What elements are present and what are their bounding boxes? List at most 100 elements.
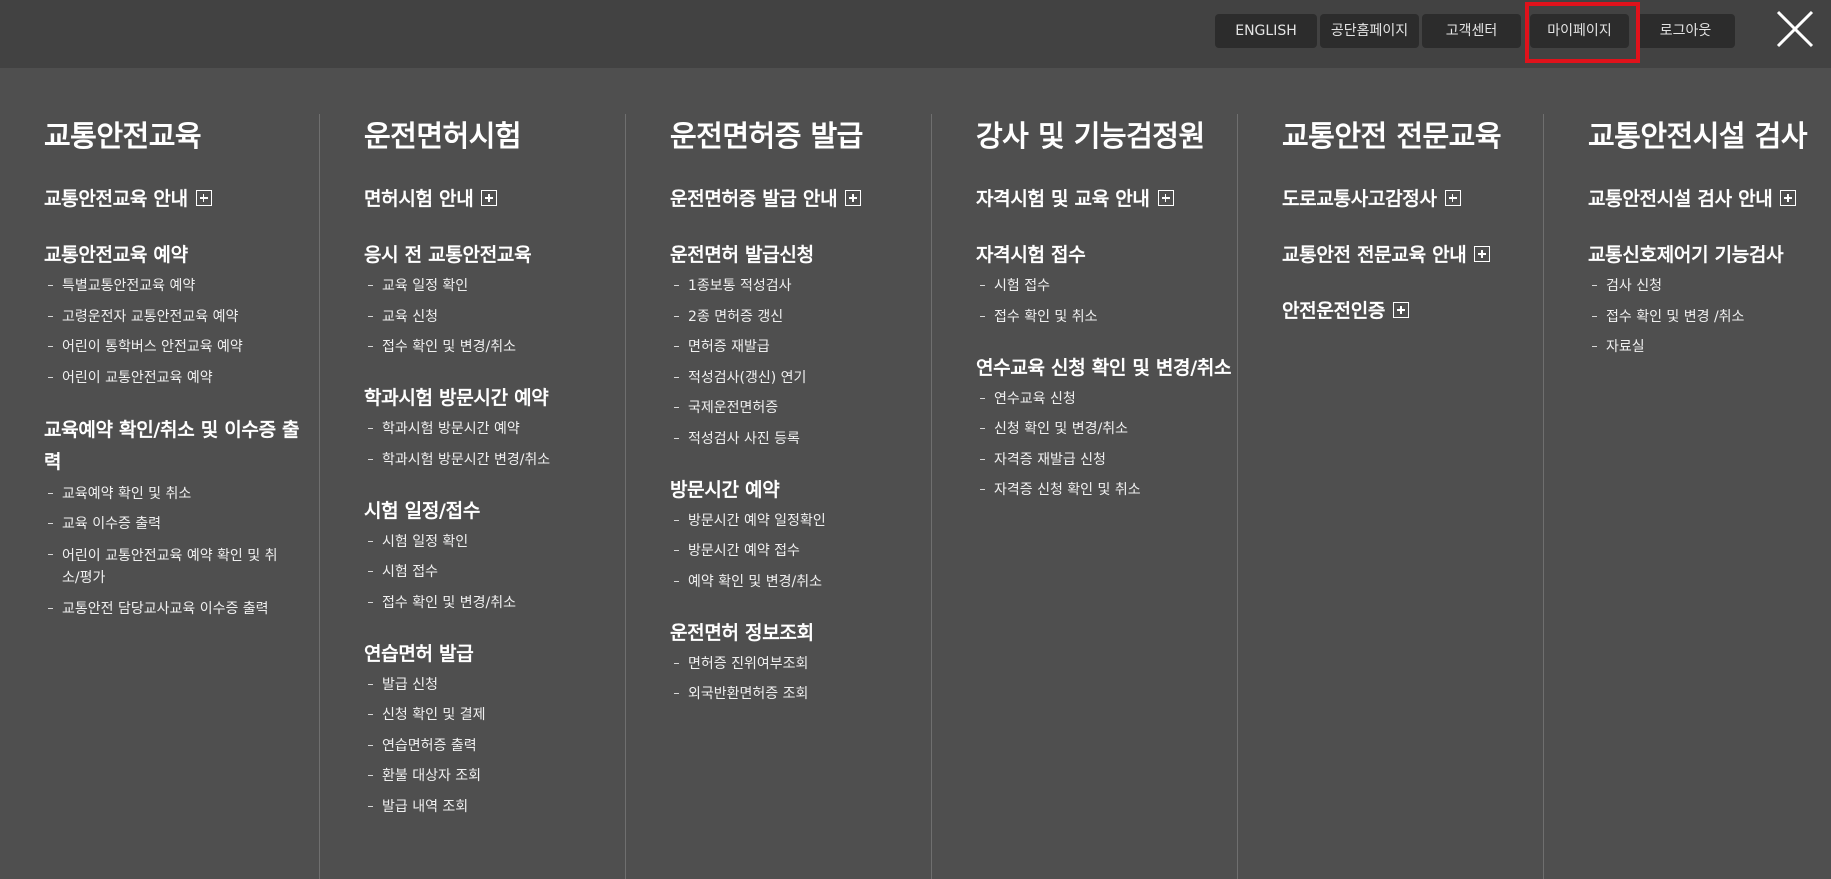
menu-item[interactable]: 어린이 통학버스 안전교육 예약 — [44, 337, 306, 357]
menu-column-title[interactable]: 교통안전 전문교육 — [1282, 116, 1543, 156]
menu-item[interactable]: 발급 내역 조회 — [364, 797, 625, 817]
menu-group: 자격시험 및 교육 안내 — [976, 184, 1237, 214]
menu-item[interactable]: 적성검사 사진 등록 — [670, 429, 931, 449]
plus-box-icon[interactable] — [1444, 190, 1461, 206]
plus-box-icon[interactable] — [1157, 190, 1174, 206]
menu-item-list: 시험 접수접수 확인 및 취소 — [976, 276, 1237, 327]
menu-section-link[interactable]: 운전면허증 발급 안내 — [670, 184, 931, 214]
menu-item[interactable]: 접수 확인 및 취소 — [976, 307, 1237, 327]
menu-item[interactable]: 접수 확인 및 변경 /취소 — [1588, 307, 1831, 327]
menu-item[interactable]: 방문시간 예약 일정확인 — [670, 511, 931, 531]
logout-button[interactable]: 로그아웃 — [1636, 14, 1735, 48]
menu-item[interactable]: 자료실 — [1588, 337, 1831, 357]
menu-item[interactable]: 시험 일정 확인 — [364, 532, 625, 552]
customer-center-button[interactable]: 고객센터 — [1422, 14, 1521, 48]
menu-column-title[interactable]: 운전면허시험 — [364, 116, 625, 156]
menu-item-list: 1종보통 적성검사 2종 면허증 갱신면허증 재발급적성검사(갱신) 연기국제운전… — [670, 276, 931, 449]
menu-item[interactable]: 1종보통 적성검사 — [670, 276, 931, 296]
plus-box-icon[interactable] — [195, 190, 212, 206]
plus-box-icon[interactable] — [845, 190, 862, 206]
menu-item[interactable]: 어린이 교통안전교육 예약 — [44, 368, 306, 388]
menu-item[interactable]: 교육 이수증 출력 — [44, 514, 306, 534]
menu-section-link[interactable]: 연수교육 신청 확인 및 변경/취소 — [976, 353, 1237, 383]
menu-item[interactable]: 연습면허증 출력 — [364, 736, 625, 756]
menu-section-link[interactable]: 학과시험 방문시간 예약 — [364, 383, 625, 413]
menu-item[interactable]: 발급 신청 — [364, 675, 625, 695]
menu-section-link[interactable]: 도로교통사고감정사 — [1282, 184, 1543, 214]
menu-item[interactable]: 면허증 재발급 — [670, 337, 931, 357]
menu-item[interactable]: 환불 대상자 조회 — [364, 766, 625, 786]
menu-group: 안전운전인증 — [1282, 296, 1543, 326]
menu-item[interactable]: 신청 확인 및 변경/취소 — [976, 419, 1237, 439]
menu-section-link[interactable]: 교통안전교육 예약 — [44, 240, 306, 270]
menu-item[interactable]: 학과시험 방문시간 예약 — [364, 419, 625, 439]
menu-section-link[interactable]: 응시 전 교통안전교육 — [364, 240, 625, 270]
menu-item[interactable]: 시험 접수 — [976, 276, 1237, 296]
plus-box-icon[interactable] — [1780, 190, 1797, 206]
menu-column-title[interactable]: 교통안전교육 — [44, 116, 306, 156]
menu-section-link[interactable]: 운전면허 정보조회 — [670, 618, 931, 648]
menu-item[interactable]: 검사 신청 — [1588, 276, 1831, 296]
close-icon[interactable] — [1774, 8, 1816, 50]
menu-section-link[interactable]: 교통안전시설 검사 안내 — [1588, 184, 1831, 214]
menu-section-label: 교육예약 확인/취소 및 이수증 출력 — [44, 418, 300, 473]
menu-section-link[interactable]: 안전운전인증 — [1282, 296, 1543, 326]
menu-item[interactable]: 연수교육 신청 — [976, 389, 1237, 409]
menu-column: 운전면허증 발급운전면허증 발급 안내운전면허 발급신청 1종보통 적성검사 2종 … — [625, 114, 931, 879]
menu-item-list: 교육 일정 확인교육 신청접수 확인 및 변경/취소 — [364, 276, 625, 357]
menu-group: 교육예약 확인/취소 및 이수증 출력교육예약 확인 및 취소교육 이수증 출력… — [44, 414, 306, 620]
menu-section-link[interactable]: 교통안전교육 안내 — [44, 184, 306, 214]
menu-item[interactable]: 접수 확인 및 변경/취소 — [364, 593, 625, 613]
menu-section-link[interactable]: 운전면허 발급신청 — [670, 240, 931, 270]
menu-item[interactable]: 자격증 재발급 신청 — [976, 450, 1237, 470]
menu-item[interactable]: 자격증 신청 확인 및 취소 — [976, 480, 1237, 500]
menu-item[interactable]: 예약 확인 및 변경/취소 — [670, 572, 931, 592]
menu-section-link[interactable]: 자격시험 접수 — [976, 240, 1237, 270]
menu-item[interactable]: 적성검사(갱신) 연기 — [670, 368, 931, 388]
menu-item[interactable]: 국제운전면허증 — [670, 398, 931, 418]
menu-group: 운전면허 발급신청 1종보통 적성검사 2종 면허증 갱신면허증 재발급적성검사(갱… — [670, 240, 931, 449]
menu-item-list: 교육예약 확인 및 취소교육 이수증 출력어린이 교통안전교육 예약 확인 및 … — [44, 484, 306, 620]
english-button[interactable]: ENGLISH — [1215, 14, 1317, 48]
menu-item[interactable]: 교육 신청 — [364, 307, 625, 327]
menu-section-link[interactable]: 자격시험 및 교육 안내 — [976, 184, 1237, 214]
menu-item[interactable]: 신청 확인 및 결제 — [364, 705, 625, 725]
menu-item[interactable]: 어린이 교통안전교육 예약 확인 및 취소/평가 — [44, 545, 284, 589]
menu-section-link[interactable]: 교통안전 전문교육 안내 — [1282, 240, 1543, 270]
menu-item[interactable]: 학과시험 방문시간 변경/취소 — [364, 450, 625, 470]
menu-item[interactable]: 2종 면허증 갱신 — [670, 307, 931, 327]
menu-section-link[interactable]: 교통신호제어기 기능검사 — [1588, 240, 1831, 270]
menu-item[interactable]: 교통안전 담당교사교육 이수증 출력 — [44, 599, 306, 619]
menu-group: 시험 일정/접수시험 일정 확인시험 접수접수 확인 및 변경/취소 — [364, 496, 625, 613]
plus-box-icon[interactable] — [1393, 302, 1410, 318]
menu-item[interactable]: 고령운전자 교통안전교육 예약 — [44, 307, 306, 327]
menu-section-label: 운전면허 발급신청 — [670, 244, 814, 266]
menu-column: 운전면허시험면허시험 안내응시 전 교통안전교육교육 일정 확인교육 신청접수 … — [319, 114, 625, 879]
menu-item[interactable]: 교육 일정 확인 — [364, 276, 625, 296]
menu-section-label: 자격시험 접수 — [976, 244, 1086, 266]
menu-section-label: 면허시험 안내 — [364, 188, 474, 210]
all-menu-panel: 교통안전교육교통안전교육 안내교통안전교육 예약특별교통안전교육 예약고령운전자… — [0, 68, 1831, 879]
menu-column-title[interactable]: 교통안전시설 검사 — [1588, 116, 1831, 156]
menu-column-title[interactable]: 운전면허증 발급 — [670, 116, 931, 156]
mypage-button[interactable]: 마이페이지 — [1530, 14, 1629, 48]
menu-item[interactable]: 교육예약 확인 및 취소 — [44, 484, 306, 504]
kotsa-homepage-button[interactable]: 공단홈페이지 — [1320, 14, 1419, 48]
menu-section-link[interactable]: 교육예약 확인/취소 및 이수증 출력 — [44, 414, 314, 478]
menu-item[interactable]: 외국반환면허증 조회 — [670, 684, 931, 704]
menu-section-label: 교통안전 전문교육 안내 — [1282, 244, 1467, 266]
plus-box-icon[interactable] — [481, 190, 498, 206]
menu-section-label: 자격시험 및 교육 안내 — [976, 188, 1150, 210]
menu-item[interactable]: 접수 확인 및 변경/취소 — [364, 337, 625, 357]
menu-item[interactable]: 특별교통안전교육 예약 — [44, 276, 306, 296]
menu-section-link[interactable]: 연습면허 발급 — [364, 639, 625, 669]
menu-item[interactable]: 시험 접수 — [364, 562, 625, 582]
menu-section-link[interactable]: 방문시간 예약 — [670, 475, 931, 505]
plus-box-icon[interactable] — [1474, 246, 1491, 262]
menu-section-link[interactable]: 시험 일정/접수 — [364, 496, 625, 526]
menu-section-link[interactable]: 면허시험 안내 — [364, 184, 625, 214]
menu-group: 도로교통사고감정사 — [1282, 184, 1543, 214]
menu-item[interactable]: 방문시간 예약 접수 — [670, 541, 931, 561]
menu-item[interactable]: 면허증 진위여부조회 — [670, 654, 931, 674]
menu-column-title[interactable]: 강사 및 기능검정원 — [976, 116, 1237, 156]
